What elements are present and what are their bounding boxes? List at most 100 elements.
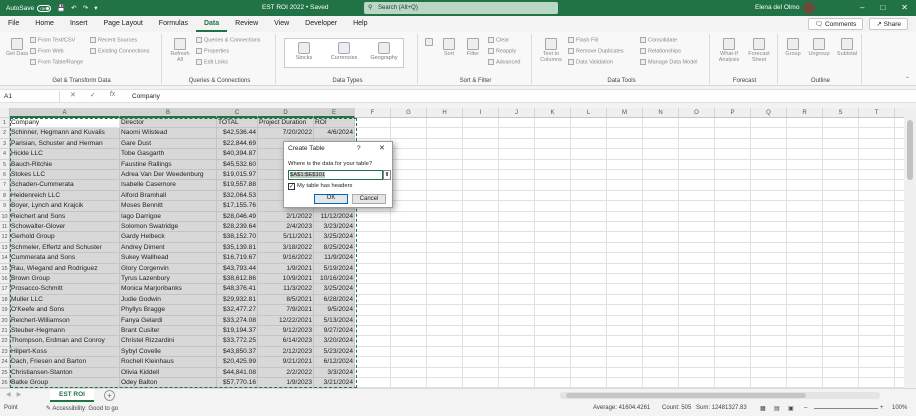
table-cell[interactable]: Christiansen-Stanton xyxy=(10,367,120,378)
prev-sheet-icon[interactable]: ◀ xyxy=(6,391,11,398)
table-cell[interactable]: $32,064.53 xyxy=(217,190,258,202)
row-header[interactable]: 6 xyxy=(0,170,10,181)
table-cell[interactable]: Schmeler, Effertz and Schuster xyxy=(10,242,120,254)
empty-cell[interactable] xyxy=(787,222,823,233)
manage-data-model-button[interactable]: Manage Data Model xyxy=(640,59,698,65)
table-cell[interactable]: 5/13/2024 xyxy=(314,315,355,326)
empty-cell[interactable] xyxy=(679,159,715,170)
empty-cell[interactable] xyxy=(643,326,679,337)
empty-cell[interactable] xyxy=(751,357,787,368)
empty-cell[interactable] xyxy=(679,138,715,150)
page-layout-view-icon[interactable]: ▤ xyxy=(774,405,780,412)
table-cell[interactable]: $17,155.76 xyxy=(217,201,258,212)
column-header[interactable]: H xyxy=(427,108,463,118)
empty-cell[interactable] xyxy=(571,357,607,368)
empty-cell[interactable] xyxy=(427,357,463,368)
geography-button[interactable]: Geography xyxy=(365,40,403,61)
table-cell[interactable]: 2/4/2023 xyxy=(258,222,314,233)
table-cell[interactable]: 5/23/2024 xyxy=(314,346,355,358)
table-cell[interactable]: 3/18/2022 xyxy=(258,242,314,254)
empty-cell[interactable] xyxy=(499,128,535,139)
empty-cell[interactable] xyxy=(643,242,679,254)
table-cell[interactable]: $28,239.64 xyxy=(217,222,258,233)
tab-file[interactable]: File xyxy=(0,16,27,32)
table-cell[interactable]: 9/21/2021 xyxy=(258,357,314,368)
table-cell[interactable]: Hilpert-Koss xyxy=(10,346,120,358)
empty-cell[interactable] xyxy=(715,222,751,233)
headers-checkbox-label[interactable]: My table has headers xyxy=(297,183,352,189)
empty-cell[interactable] xyxy=(571,305,607,316)
empty-cell[interactable] xyxy=(463,336,499,347)
empty-cell[interactable] xyxy=(715,159,751,170)
table-cell[interactable]: 11/9/2024 xyxy=(314,253,355,264)
empty-cell[interactable] xyxy=(823,294,859,306)
table-cell[interactable]: Batke Group xyxy=(10,378,120,388)
sum-value[interactable]: Sum: 12481327.83 xyxy=(696,405,747,411)
empty-cell[interactable] xyxy=(823,149,859,160)
empty-cell[interactable] xyxy=(715,190,751,202)
autosave-toggle[interactable]: AutoSave Off xyxy=(6,4,52,12)
empty-cell[interactable] xyxy=(859,305,895,316)
empty-cell[interactable] xyxy=(823,336,859,347)
table-cell[interactable]: Hickle LLC xyxy=(10,149,120,160)
empty-cell[interactable] xyxy=(895,212,904,222)
empty-cell[interactable] xyxy=(355,242,391,254)
table-cell[interactable]: 11/12/2024 xyxy=(314,211,355,222)
empty-cell[interactable] xyxy=(427,159,463,170)
empty-cell[interactable] xyxy=(895,232,904,243)
empty-cell[interactable] xyxy=(391,128,427,139)
empty-cell[interactable] xyxy=(715,170,751,181)
empty-cell[interactable] xyxy=(679,190,715,202)
empty-cell[interactable] xyxy=(427,211,463,222)
empty-cell[interactable] xyxy=(355,118,391,129)
avatar[interactable] xyxy=(803,2,815,14)
empty-cell[interactable] xyxy=(715,378,751,388)
empty-cell[interactable] xyxy=(355,305,391,316)
empty-cell[interactable] xyxy=(679,367,715,378)
table-cell[interactable]: $19,015.97 xyxy=(217,170,258,181)
empty-cell[interactable] xyxy=(751,294,787,306)
empty-cell[interactable] xyxy=(859,336,895,347)
table-cell[interactable]: TOTAL xyxy=(217,118,258,129)
what-if-button[interactable]: What-If Analysis xyxy=(716,38,742,63)
empty-cell[interactable] xyxy=(535,211,571,222)
table-cell[interactable]: $38,152.70 xyxy=(217,232,258,243)
empty-cell[interactable] xyxy=(643,201,679,212)
empty-cell[interactable] xyxy=(859,294,895,306)
row-header[interactable]: 8 xyxy=(0,190,10,202)
tab-home[interactable]: Home xyxy=(27,16,62,32)
empty-cell[interactable] xyxy=(715,242,751,254)
range-input[interactable]: $A$1:$E$101 xyxy=(288,170,383,180)
table-cell[interactable]: $29,932.81 xyxy=(217,294,258,306)
empty-cell[interactable] xyxy=(679,170,715,181)
empty-cell[interactable] xyxy=(715,284,751,295)
empty-cell[interactable] xyxy=(679,180,715,191)
empty-cell[interactable] xyxy=(679,378,715,388)
empty-cell[interactable] xyxy=(859,274,895,285)
empty-cell[interactable] xyxy=(751,253,787,264)
table-cell[interactable]: 9/27/2024 xyxy=(314,326,355,337)
empty-cell[interactable] xyxy=(391,242,427,254)
empty-cell[interactable] xyxy=(787,170,823,181)
empty-cell[interactable] xyxy=(751,190,787,202)
tab-insert[interactable]: Insert xyxy=(62,16,96,32)
empty-cell[interactable] xyxy=(679,336,715,347)
empty-cell[interactable] xyxy=(643,138,679,150)
add-sheet-button[interactable]: + xyxy=(104,390,115,401)
table-cell[interactable]: $20,425.99 xyxy=(217,357,258,368)
empty-cell[interactable] xyxy=(391,336,427,347)
empty-cell[interactable] xyxy=(643,336,679,347)
column-header[interactable]: R xyxy=(787,108,823,118)
table-cell[interactable]: 6/14/2023 xyxy=(258,336,314,347)
empty-cell[interactable] xyxy=(643,305,679,316)
empty-cell[interactable] xyxy=(391,367,427,378)
row-header[interactable]: 23 xyxy=(0,346,10,358)
empty-cell[interactable] xyxy=(499,378,535,388)
empty-cell[interactable] xyxy=(499,367,535,378)
table-cell[interactable]: Stokes LLC xyxy=(10,170,120,181)
empty-cell[interactable] xyxy=(823,253,859,264)
empty-cell[interactable] xyxy=(643,367,679,378)
empty-cell[interactable] xyxy=(823,232,859,243)
confirm-formula-icon[interactable]: ✓ xyxy=(90,91,96,99)
empty-cell[interactable] xyxy=(787,346,823,358)
